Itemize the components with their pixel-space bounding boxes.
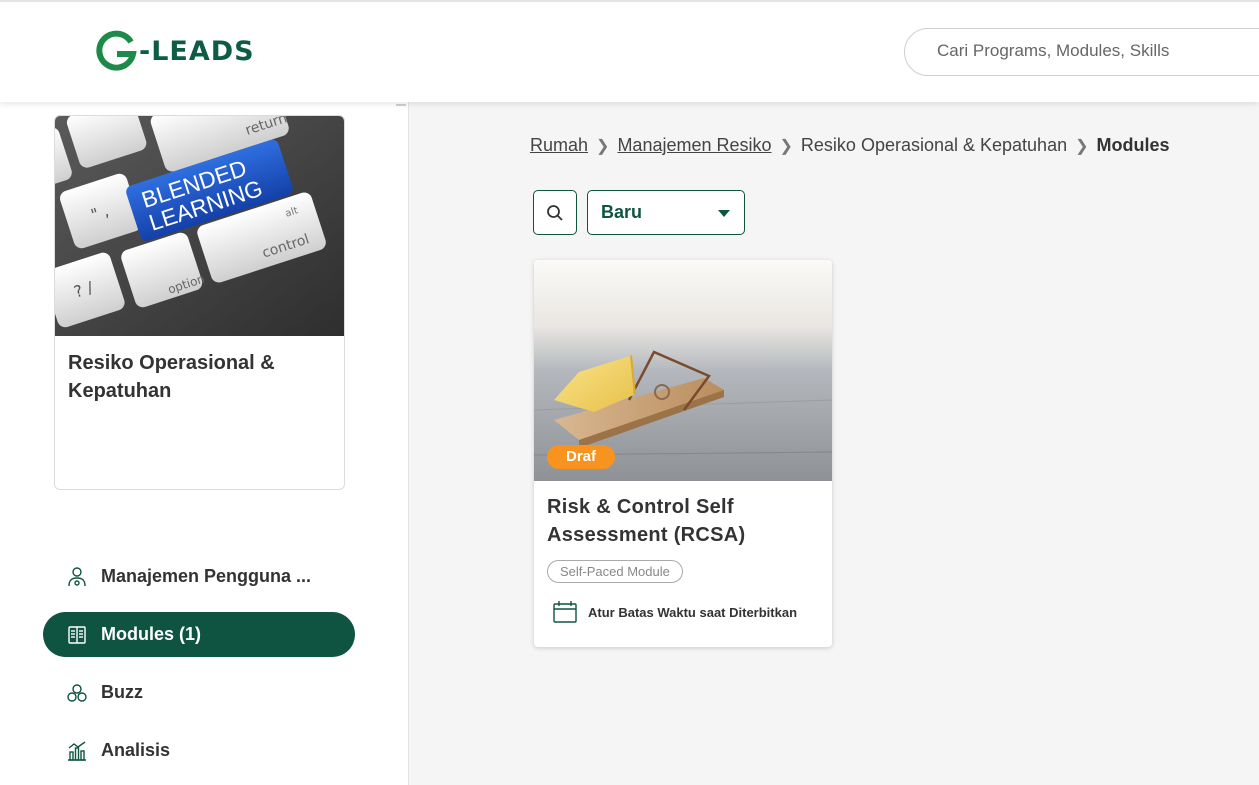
breadcrumb-risk-management-link[interactable]: Manajemen Resiko: [617, 135, 771, 156]
module-card[interactable]: Draf Risk & Control Self Assessment (RCS…: [534, 260, 832, 647]
status-badge: Draf: [547, 445, 616, 469]
sidebar-item-buzz[interactable]: Buzz: [43, 670, 355, 715]
chevron-right-icon: ❯: [1075, 137, 1089, 155]
breadcrumb-home-link[interactable]: Rumah: [530, 135, 588, 156]
module-thumbnail: Draf: [534, 260, 832, 481]
caret-down-icon: [718, 210, 730, 217]
chevron-right-icon: ❯: [779, 137, 793, 155]
sidebar-nav: Manajemen Pengguna ... Modules (1) Buzz …: [43, 554, 355, 785]
module-deadline: Atur Batas Waktu saat Diterbitkan: [552, 600, 797, 624]
breadcrumb-program[interactable]: Resiko Operasional & Kepatuhan: [801, 135, 1067, 156]
sidebar-item-modules[interactable]: Modules (1): [43, 612, 355, 657]
breadcrumb-current: Modules: [1096, 135, 1170, 155]
buzz-icon: [65, 681, 89, 705]
book-icon: [65, 623, 89, 647]
sort-selected-value: Baru: [601, 202, 643, 222]
sidebar: enter return " , ? / option alt control …: [0, 102, 409, 785]
chevron-right-icon: ❯: [596, 137, 610, 155]
app-logo[interactable]: -LEADS: [95, 29, 255, 73]
sidebar-item-analytics[interactable]: Analisis: [43, 728, 355, 773]
users-gear-icon: [65, 565, 89, 589]
program-thumbnail: enter return " , ? / option alt control …: [55, 116, 344, 336]
module-title: Risk & Control Self Assessment (RCSA): [547, 496, 746, 546]
sidebar-item-label: Modules (1): [101, 624, 202, 644]
program-card[interactable]: enter return " , ? / option alt control …: [54, 115, 345, 490]
breadcrumb: Rumah ❯ Manajemen Resiko ❯ Resiko Operas…: [530, 135, 1170, 156]
sidebar-item-label: Analisis: [101, 740, 171, 760]
sidebar-item-user-management[interactable]: Manajemen Pengguna ...: [43, 554, 355, 599]
sidebar-item-label: Buzz: [101, 682, 143, 702]
logo-g-icon: [96, 30, 137, 71]
logo-text: -LEADS: [139, 35, 255, 67]
program-title: Resiko Operasional & Kepatuhan: [68, 352, 275, 402]
top-header: -LEADS: [0, 0, 1259, 102]
module-type-tag: Self-Paced Module: [547, 560, 683, 583]
sidebar-scrollbar[interactable]: [396, 104, 406, 106]
module-search-button[interactable]: [533, 190, 577, 235]
global-search-input[interactable]: [937, 41, 1257, 61]
search-icon: [547, 204, 563, 221]
sort-dropdown[interactable]: Baru: [587, 190, 745, 235]
chart-icon: [65, 739, 89, 763]
calendar-icon: [553, 601, 577, 623]
sidebar-item-label: Manajemen Pengguna ...: [101, 566, 312, 586]
global-search-box[interactable]: [904, 28, 1259, 76]
deadline-label: Atur Batas Waktu saat Diterbitkan: [588, 604, 798, 620]
